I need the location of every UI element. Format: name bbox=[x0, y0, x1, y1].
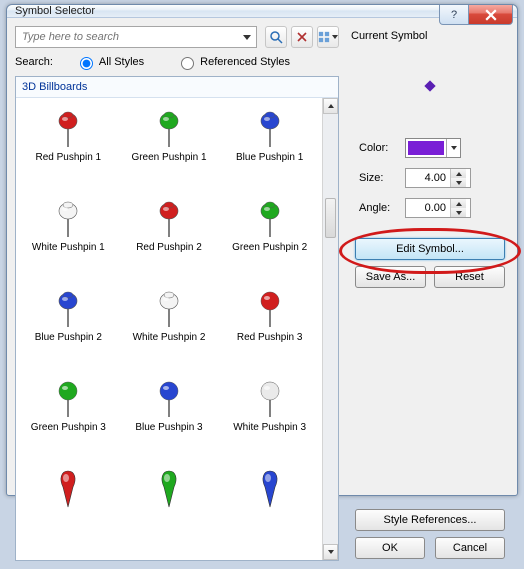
search-go-button[interactable] bbox=[265, 26, 287, 48]
gallery-item[interactable]: Blue Pushpin 2 bbox=[18, 284, 119, 374]
grid-view-icon bbox=[318, 30, 330, 44]
gallery-item[interactable]: White Pushpin 3 bbox=[219, 374, 320, 464]
chevron-down-icon bbox=[332, 35, 338, 39]
close-icon bbox=[485, 9, 497, 21]
gallery-item-label: Green Pushpin 2 bbox=[232, 242, 307, 253]
gallery-item[interactable]: Blue Pushpin 1 bbox=[219, 104, 320, 194]
cancel-button[interactable]: Cancel bbox=[435, 537, 505, 559]
help-button[interactable]: ? bbox=[439, 5, 469, 25]
angle-input[interactable] bbox=[406, 199, 450, 217]
symbol-icon bbox=[150, 106, 188, 150]
gallery-item[interactable]: Green Pushpin 3 bbox=[18, 374, 119, 464]
x-sparkle-icon bbox=[295, 30, 309, 44]
angle-label: Angle: bbox=[359, 202, 405, 214]
gallery-item[interactable]: Green Pushpin 2 bbox=[219, 194, 320, 284]
chevron-down-icon bbox=[328, 550, 334, 554]
color-swatch-icon bbox=[408, 141, 444, 155]
symbol-gallery: 3D Billboards Red Pushpin 1 Green Pushpin… bbox=[15, 76, 339, 561]
gallery-item[interactable]: White Pushpin 1 bbox=[18, 194, 119, 284]
color-label: Color: bbox=[359, 142, 405, 154]
current-symbol-label: Current Symbol bbox=[351, 30, 509, 42]
radio-all-label: All Styles bbox=[99, 56, 144, 68]
gallery-item[interactable] bbox=[219, 464, 320, 554]
preview-marker-icon bbox=[424, 80, 435, 91]
reset-button[interactable]: Reset bbox=[434, 266, 505, 288]
gallery-item-label: White Pushpin 1 bbox=[32, 242, 105, 253]
chevron-up-icon bbox=[328, 104, 334, 108]
symbol-icon bbox=[49, 466, 87, 510]
titlebar: Symbol Selector ? bbox=[7, 5, 517, 18]
symbol-icon bbox=[49, 286, 87, 330]
symbol-icon bbox=[49, 106, 87, 150]
radio-ref-styles[interactable]: Referenced Styles bbox=[176, 54, 290, 70]
gallery-item[interactable]: Green Pushpin 1 bbox=[119, 104, 220, 194]
size-down-button[interactable] bbox=[451, 178, 466, 187]
symbol-icon bbox=[251, 466, 289, 510]
magnifier-icon bbox=[269, 30, 283, 44]
scroll-thumb[interactable] bbox=[325, 198, 336, 238]
gallery-item-label: Red Pushpin 2 bbox=[136, 242, 202, 253]
symbol-icon bbox=[150, 196, 188, 240]
window-title: Symbol Selector bbox=[15, 5, 95, 17]
gallery-scrollbar[interactable] bbox=[322, 98, 338, 560]
edit-symbol-button[interactable]: Edit Symbol... bbox=[355, 238, 505, 260]
search-input[interactable] bbox=[15, 26, 257, 48]
symbol-icon bbox=[150, 286, 188, 330]
angle-spinner[interactable] bbox=[405, 198, 471, 218]
gallery-item-label: White Pushpin 3 bbox=[233, 422, 306, 433]
radio-all-input[interactable] bbox=[80, 57, 93, 70]
ok-button[interactable]: OK bbox=[355, 537, 425, 559]
search-dropdown-arrow-icon[interactable] bbox=[243, 35, 251, 40]
symbol-icon bbox=[251, 196, 289, 240]
gallery-item[interactable]: Blue Pushpin 3 bbox=[119, 374, 220, 464]
symbol-preview bbox=[351, 46, 509, 126]
symbol-icon bbox=[150, 466, 188, 510]
gallery-item[interactable] bbox=[18, 464, 119, 554]
symbol-icon bbox=[251, 106, 289, 150]
symbol-icon bbox=[251, 286, 289, 330]
symbol-icon bbox=[251, 376, 289, 420]
angle-down-button[interactable] bbox=[451, 208, 466, 217]
radio-ref-label: Referenced Styles bbox=[200, 56, 290, 68]
gallery-item-label: Red Pushpin 3 bbox=[237, 332, 303, 343]
gallery-item[interactable]: Red Pushpin 3 bbox=[219, 284, 320, 374]
gallery-item-label: Blue Pushpin 1 bbox=[236, 152, 303, 163]
gallery-item-label: Green Pushpin 3 bbox=[31, 422, 106, 433]
symbol-icon bbox=[49, 376, 87, 420]
save-as-button[interactable]: Save As... bbox=[355, 266, 426, 288]
color-dropdown-arrow-icon[interactable] bbox=[446, 139, 460, 157]
radio-all-styles[interactable]: All Styles bbox=[75, 54, 144, 70]
symbol-icon bbox=[150, 376, 188, 420]
size-input[interactable] bbox=[406, 169, 450, 187]
gallery-item-label: Blue Pushpin 3 bbox=[135, 422, 202, 433]
gallery-item-label: White Pushpin 2 bbox=[133, 332, 206, 343]
search-scope-label: Search: bbox=[15, 56, 53, 68]
scroll-up-button[interactable] bbox=[323, 98, 338, 114]
gallery-item[interactable]: Red Pushpin 1 bbox=[18, 104, 119, 194]
symbol-icon bbox=[49, 196, 87, 240]
symbol-selector-dialog: Symbol Selector ? bbox=[6, 4, 518, 496]
size-up-button[interactable] bbox=[451, 169, 466, 178]
gallery-item-label: Blue Pushpin 2 bbox=[35, 332, 102, 343]
gallery-item-label: Red Pushpin 1 bbox=[36, 152, 102, 163]
gallery-item[interactable]: White Pushpin 2 bbox=[119, 284, 220, 374]
size-label: Size: bbox=[359, 172, 405, 184]
color-picker[interactable] bbox=[405, 138, 461, 158]
view-mode-button[interactable] bbox=[317, 26, 339, 48]
gallery-item[interactable]: Red Pushpin 2 bbox=[119, 194, 220, 284]
help-icon: ? bbox=[451, 9, 457, 21]
radio-ref-input[interactable] bbox=[181, 57, 194, 70]
gallery-group-header: 3D Billboards bbox=[16, 77, 338, 98]
gallery-item-label: Green Pushpin 1 bbox=[131, 152, 206, 163]
gallery-item[interactable] bbox=[119, 464, 220, 554]
clear-search-button[interactable] bbox=[291, 26, 313, 48]
style-references-button[interactable]: Style References... bbox=[355, 509, 505, 531]
scroll-down-button[interactable] bbox=[323, 544, 338, 560]
size-spinner[interactable] bbox=[405, 168, 471, 188]
close-button[interactable] bbox=[469, 5, 513, 25]
angle-up-button[interactable] bbox=[451, 199, 466, 208]
